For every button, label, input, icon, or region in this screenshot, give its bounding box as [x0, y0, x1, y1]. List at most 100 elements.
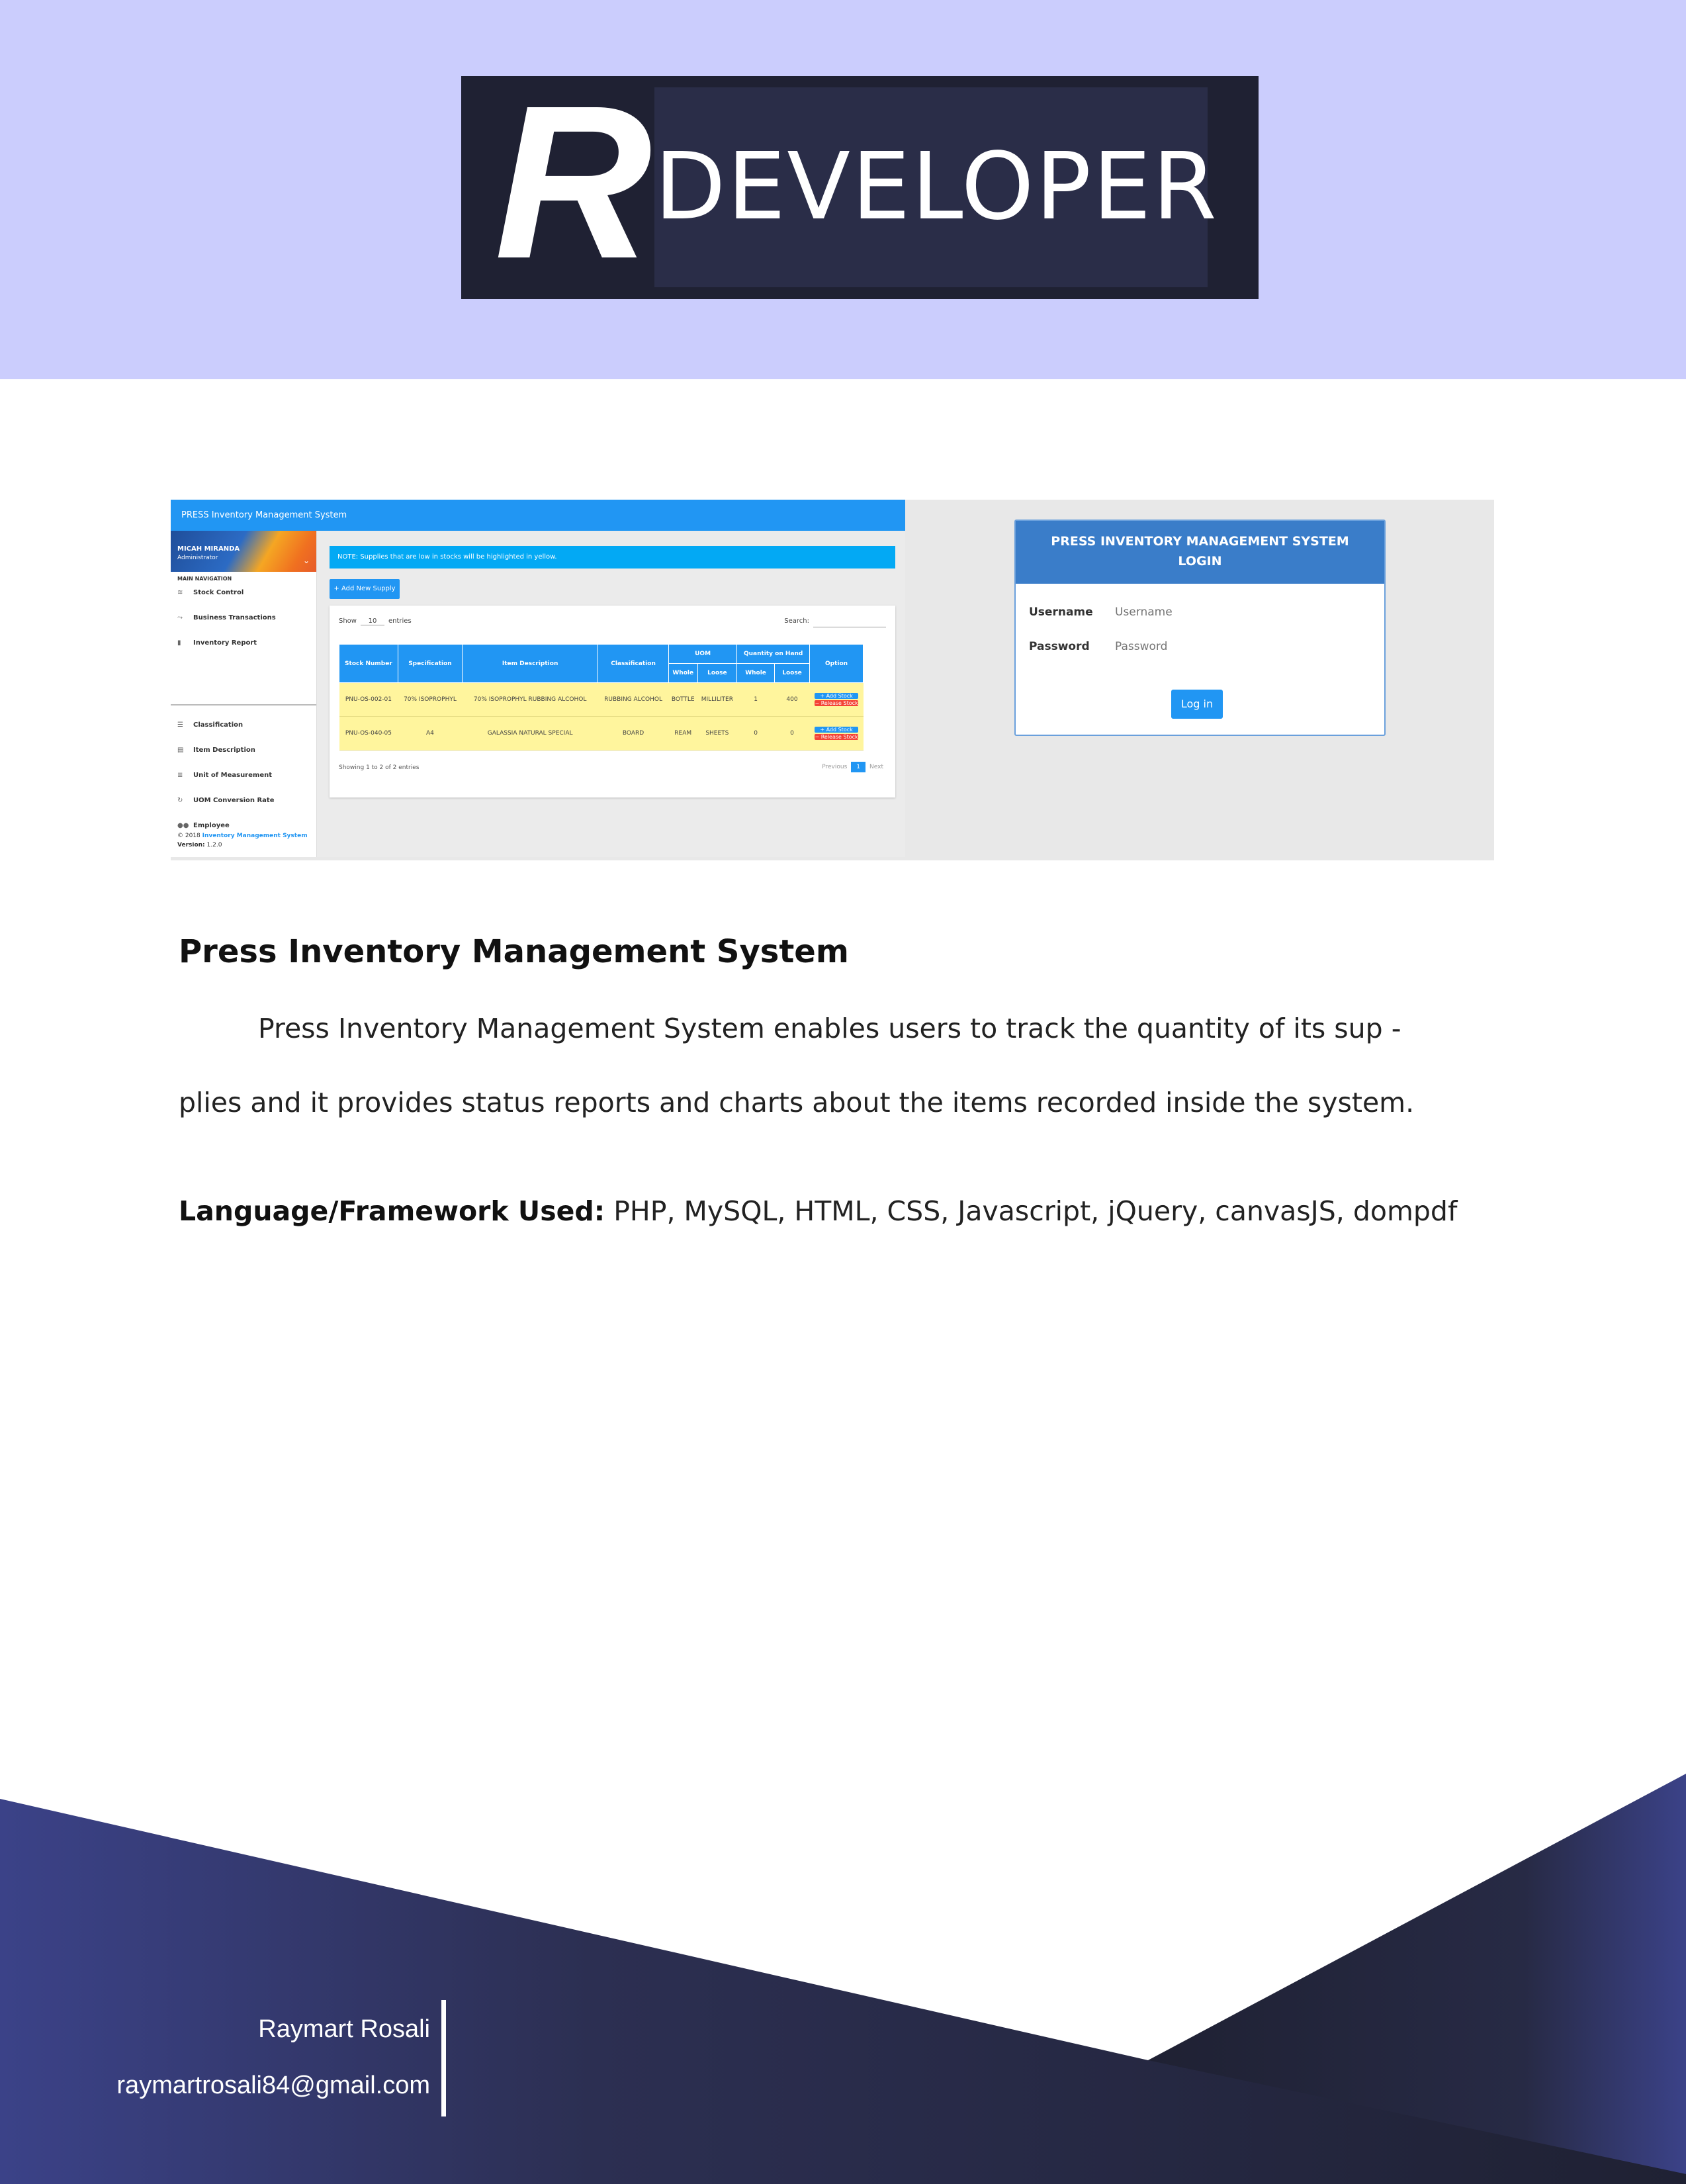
sidebar-item-label: Classification — [193, 721, 244, 729]
chevron-down-icon[interactable]: ⌄ — [303, 556, 310, 565]
list-icon: ☰ — [177, 721, 183, 729]
pagination: Previous 1 Next — [822, 762, 883, 772]
languages-used: Language/Framework Used: PHP, MySQL, HTM… — [179, 1195, 1457, 1227]
pager-next[interactable]: Next — [869, 764, 883, 770]
sidebar-item-stock-control[interactable]: ≋ Stock Control — [177, 589, 244, 596]
column-header: UOM — [668, 644, 738, 664]
project-title: Press Inventory Management System — [179, 933, 849, 970]
column-subheader[interactable]: Whole — [668, 663, 698, 683]
footer-divider — [441, 2000, 446, 2116]
login-card: PRESS INVENTORY MANAGEMENT SYSTEM LOGIN … — [1014, 520, 1386, 736]
show-label: Show — [339, 617, 357, 625]
column-header: Option — [809, 644, 864, 683]
sidebar-item-label: Employee — [193, 822, 230, 829]
supply-table-card: Show 10 entries Search: Stock Number Speci… — [330, 606, 895, 797]
bar-chart-icon: ▮ — [177, 639, 181, 647]
trend-icon: ⤳ — [177, 614, 183, 621]
table-cell: REAM — [668, 716, 698, 751]
sidebar-item-label: Stock Control — [193, 589, 244, 596]
option-cell: + Add Stock − Release Stock — [809, 716, 864, 751]
sidebar-item-label: UOM Conversion Rate — [193, 797, 275, 804]
table-cell: BOARD — [598, 716, 669, 751]
table-cell: MILLILITER — [697, 682, 737, 717]
description-line: plies and it provides status reports and… — [179, 1087, 1415, 1118]
sidebar-item-employee[interactable]: ●● Employee — [177, 822, 230, 829]
column-subheader[interactable]: Loose — [697, 663, 738, 683]
entries-select[interactable]: 10 — [360, 617, 384, 625]
column-subheader[interactable]: Loose — [774, 663, 811, 683]
logo-letter: R — [494, 60, 652, 304]
footer-prefix: © 2018 — [177, 833, 200, 839]
column-header[interactable]: Specification — [397, 644, 463, 683]
languages-value: PHP, MySQL, HTML, CSS, Javascript, jQuer… — [605, 1195, 1458, 1227]
logo-word: DEVELOPER — [654, 133, 1218, 241]
sidebar-item-label: Unit of Measurement — [193, 772, 272, 779]
column-header: Quantity on Hand — [736, 644, 811, 664]
sidebar-item-label: Inventory Report — [193, 639, 257, 647]
login-subtitle: LOGIN — [1178, 554, 1222, 569]
table-cell: SHEETS — [697, 716, 737, 751]
username-input[interactable] — [1115, 606, 1353, 619]
table-cell: GALASSIA NATURAL SPECIAL — [462, 716, 598, 751]
add-new-supply-button[interactable]: + Add New Supply — [330, 579, 400, 599]
footer-shapes — [0, 1774, 1686, 2184]
table-cell: 1 — [736, 682, 775, 717]
version-label: Version: — [177, 842, 205, 848]
release-stock-button[interactable]: − Release Stock — [815, 734, 859, 740]
sidebar-item-inventory-report[interactable]: ▮ Inventory Report — [177, 639, 257, 647]
add-stock-button[interactable]: + Add Stock — [815, 727, 859, 733]
low-stock-note: NOTE: Supplies that are low in stocks wi… — [330, 546, 895, 569]
login-header: PRESS INVENTORY MANAGEMENT SYSTEM LOGIN — [1016, 521, 1384, 584]
column-header[interactable]: Stock Number — [339, 644, 398, 683]
sidebar-item-unit-of-measurement[interactable]: ≣ Unit of Measurement — [177, 772, 272, 779]
sidebar-footer: © 2018 Inventory Management System — [177, 833, 308, 839]
version-value: 1.2.0 — [206, 842, 222, 848]
author-email[interactable]: raymartrosali84@gmail.com — [116, 2071, 430, 2100]
clipboard-icon: ▤ — [177, 747, 184, 754]
logo-panel: DEVELOPER — [654, 87, 1218, 287]
people-icon: ●● — [177, 822, 189, 829]
password-label: Password — [1029, 640, 1090, 653]
sidebar-version: Version: 1.2.0 — [177, 842, 222, 848]
show-entries: Show 10 entries — [339, 617, 412, 625]
release-stock-button[interactable]: − Release Stock — [815, 700, 859, 706]
column-header[interactable]: Item Description — [462, 644, 599, 683]
entries-label: entries — [388, 617, 412, 625]
sidebar-item-business-transactions[interactable]: ⤳ Business Transactions — [177, 614, 276, 621]
author-name: Raymart Rosali — [258, 2015, 430, 2043]
footer-link[interactable]: Inventory Management System — [202, 833, 308, 839]
sidebar-item-uom-conversion-rate[interactable]: ↻ UOM Conversion Rate — [177, 797, 274, 804]
pager-previous[interactable]: Previous — [822, 764, 847, 770]
table-row: PNU-OS-040-05 A4 GALASSIA NATURAL SPECIA… — [339, 716, 864, 751]
sidebar: MICAH MIRANDA Administrator ⌄ MAIN NAVIG… — [171, 531, 317, 857]
refresh-icon: ↻ — [177, 797, 183, 804]
search-label: Search: — [784, 617, 809, 625]
login-button[interactable]: Log in — [1171, 690, 1223, 719]
app-bar-title: PRESS Inventory Management System — [171, 500, 905, 531]
sidebar-user-header: MICAH MIRANDA Administrator ⌄ — [171, 531, 316, 572]
table-cell: 0 — [736, 716, 775, 751]
list-numbered-icon: ≣ — [177, 772, 183, 779]
sidebar-item-item-description[interactable]: ▤ Item Description — [177, 747, 255, 754]
table-cell: 70% ISOPROPHYL RUBBING ALCOHOL — [462, 682, 598, 717]
developer-logo: R DEVELOPER — [461, 69, 1259, 299]
table-cell: RUBBING ALCOHOL — [598, 682, 669, 717]
user-role: Administrator — [177, 555, 218, 561]
password-input[interactable] — [1115, 640, 1353, 653]
sidebar-divider — [171, 704, 316, 705]
showing-entries: Showing 1 to 2 of 2 entries — [339, 764, 420, 771]
column-header[interactable]: Classification — [598, 644, 669, 683]
add-stock-button[interactable]: + Add Stock — [815, 693, 859, 699]
table-cell: PNU-OS-040-05 — [339, 716, 398, 751]
project-screenshot: PRESS Inventory Management System MICAH … — [171, 500, 1494, 860]
pager-current[interactable]: 1 — [851, 762, 866, 772]
supply-table: Stock Number Specification Item Descript… — [339, 644, 864, 751]
sidebar-item-classification[interactable]: ☰ Classification — [177, 721, 243, 729]
sidebar-item-label: Business Transactions — [193, 614, 276, 621]
nav-label: MAIN NAVIGATION — [177, 576, 232, 582]
column-subheader[interactable]: Whole — [736, 663, 775, 683]
layers-icon: ≋ — [177, 589, 183, 596]
login-title: PRESS INVENTORY MANAGEMENT SYSTEM — [1051, 534, 1349, 549]
username-label: Username — [1029, 606, 1093, 619]
table-cell: 400 — [774, 682, 810, 717]
